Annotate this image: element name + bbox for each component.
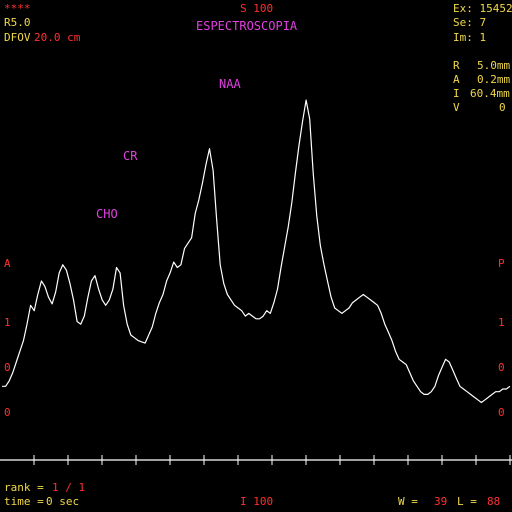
orientation-top: S 100 [240, 2, 274, 15]
v-value: 0 [499, 101, 506, 114]
series-number: Se: 7 [453, 16, 487, 29]
a-label: A [453, 73, 460, 86]
level-label: L = [457, 495, 477, 508]
i-value: 60.4mm [470, 87, 510, 100]
page-title: ESPECTROSCOPIA [196, 19, 298, 33]
dfov-label: DFOV [4, 31, 31, 44]
r-label: R [453, 59, 460, 72]
time-label: time = [4, 495, 44, 508]
spectrum-trace [2, 99, 511, 404]
right-side-label-char: P [498, 257, 505, 270]
time-value: 0 sec [46, 495, 80, 508]
right-side-label-char: 1 [498, 316, 505, 329]
window-value: 39 [434, 495, 448, 508]
image-number: Im: 1 [453, 31, 487, 44]
peak-label-cr: CR [123, 149, 138, 163]
exam-number: Ex: 15452 [453, 2, 512, 15]
rank-value: 1 / 1 [52, 481, 86, 494]
i-label: I [453, 87, 460, 100]
spectrum-plot [0, 99, 512, 465]
orientation-bottom: I 100 [240, 495, 274, 508]
peak-label-naa: NAA [219, 77, 241, 91]
left-side-label-char: 1 [4, 316, 11, 329]
peak-label-cho: CHO [96, 207, 118, 221]
left-side-label-char: A [4, 257, 11, 270]
v-label: V [453, 101, 460, 114]
window-label: W = [398, 495, 418, 508]
right-side-label-char: 0 [498, 406, 505, 419]
right-side-label-char: 0 [498, 361, 505, 374]
left-side-label: A 1 0 0 [4, 226, 17, 435]
a-value: 0.2mm [477, 73, 511, 86]
left-side-label-char: 0 [4, 406, 11, 419]
stars-marker: **** [4, 2, 31, 15]
level-value: 88 [487, 495, 501, 508]
left-side-label-char: 0 [4, 361, 11, 374]
r-value: 5.0mm [477, 59, 511, 72]
rank-label: rank = [4, 481, 44, 494]
dfov-value: 20.0 cm [34, 31, 81, 44]
right-side-label: P 1 0 0 [498, 226, 511, 435]
series-code: R5.0 [4, 16, 31, 29]
